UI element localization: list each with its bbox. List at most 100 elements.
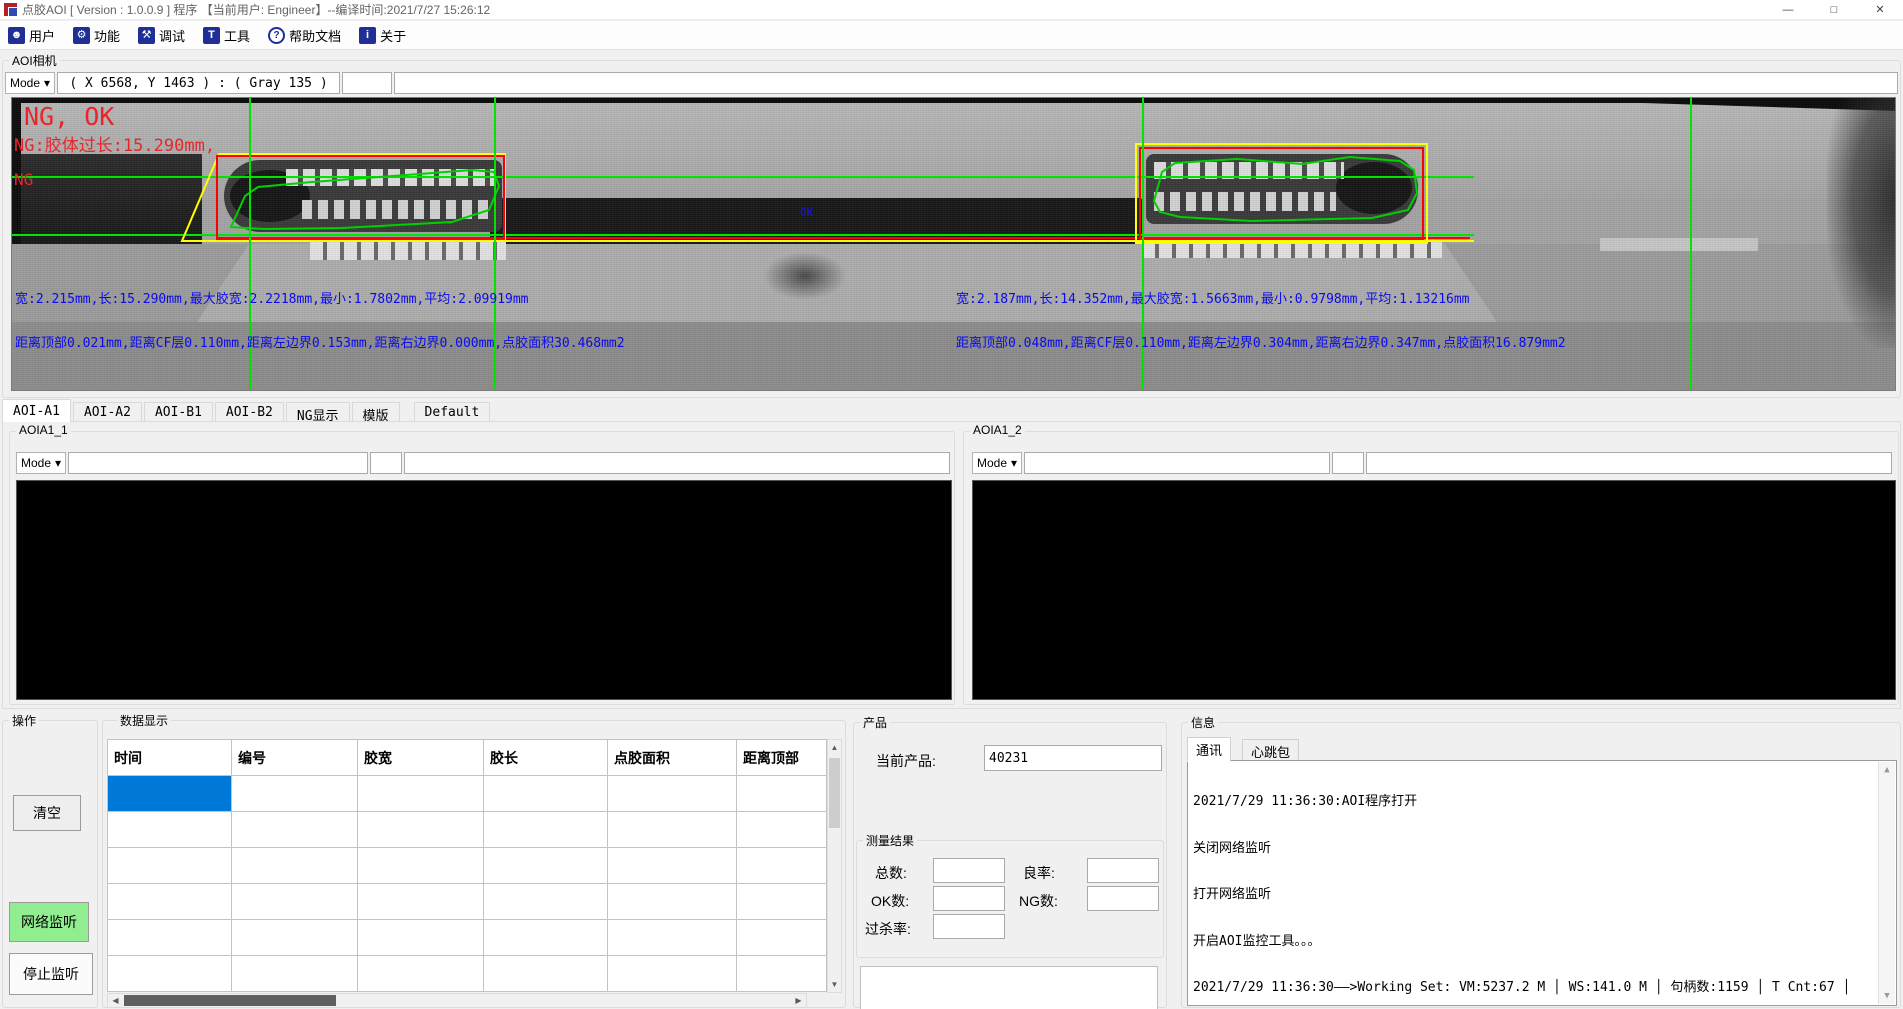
window-controls: — □ ✕ <box>1765 0 1903 20</box>
overkill-field[interactable] <box>933 914 1005 939</box>
table-row[interactable] <box>108 848 827 884</box>
glue-outline-right <box>1154 157 1417 221</box>
table-row[interactable] <box>108 956 827 992</box>
ng-count-field[interactable] <box>1087 886 1159 911</box>
scroll-up-arrow[interactable]: ▲ <box>1879 762 1895 778</box>
panel-aoia1-1: AOIA1_1 Mode ▾ <box>9 431 955 705</box>
col-glue-area[interactable]: 点胶面积 <box>608 740 737 776</box>
tab-ng-display[interactable]: NG显示 <box>286 402 350 422</box>
h-scrollbar-thumb[interactable] <box>124 995 336 1006</box>
panel2-field-2 <box>1332 452 1364 474</box>
log-line: 关闭网络监听 <box>1193 841 1876 857</box>
scroll-left-arrow[interactable]: ◀ <box>108 994 123 1007</box>
scroll-down-arrow[interactable]: ▼ <box>1879 988 1895 1004</box>
stop-listen-button[interactable]: 停止监听 <box>9 953 93 995</box>
scroll-right-arrow[interactable]: ▶ <box>791 994 806 1007</box>
camera-image[interactable]: NG, OK NG:胶体过长:15.290mm, NG OK 宽:2.215mm… <box>11 97 1896 391</box>
table-row[interactable] <box>108 812 827 848</box>
chevron-down-icon: ▾ <box>55 456 61 470</box>
tab-default[interactable]: Default <box>414 402 491 422</box>
toolbar-item-tools[interactable]: T 工具 <box>203 26 250 45</box>
panel2-image-view[interactable] <box>972 480 1896 700</box>
panel2-field-3 <box>1366 452 1892 474</box>
toolbar-item-function[interactable]: ⚙ 功能 <box>73 26 120 45</box>
comm-log[interactable]: 2021/7/29 11:36:30:AOI程序打开 关闭网络监听 打开网络监听… <box>1187 760 1897 1006</box>
selected-cell[interactable] <box>108 776 232 812</box>
ok-count-field[interactable] <box>933 886 1005 911</box>
aoi-tab-strip: AOI-A1 AOI-A2 AOI-B1 AOI-B2 NG显示 模版 Defa… <box>2 399 1901 422</box>
overkill-label: 过杀率: <box>865 919 911 939</box>
tab-aoi-a1[interactable]: AOI-A1 <box>2 399 71 422</box>
data-display-group: 数据显示 时间 编号 胶宽 胶长 点胶面积 距离顶部 ▲ ▼ ◀ <box>102 720 846 1008</box>
tab-aoi-a2[interactable]: AOI-A2 <box>73 402 142 422</box>
operation-group-label: 操作 <box>9 712 39 729</box>
glue-outline-left <box>231 170 499 229</box>
yield-label: 良率: <box>1023 863 1055 883</box>
tab-comm[interactable]: 通讯 <box>1187 737 1231 762</box>
table-horizontal-scrollbar[interactable]: ◀ ▶ <box>107 993 807 1008</box>
tab-aoi-b2[interactable]: AOI-B2 <box>215 402 284 422</box>
panel-aoia1-2-label: AOIA1_2 <box>970 423 1025 437</box>
help-icon: ? <box>268 27 285 44</box>
ng-reason-text: NG:胶体过长:15.290mm, <box>14 131 215 156</box>
scrollbar-thumb[interactable] <box>829 758 840 828</box>
panel2-mode-dropdown[interactable]: Mode ▾ <box>972 452 1022 474</box>
title-bar: 点胶AOI [ Version : 1.0.0.9 ] 程序 【当前用户: En… <box>0 0 1903 20</box>
log-line: 2021/7/29 11:36:30:AOI程序打开 <box>1193 794 1876 810</box>
left-measure-line1: 宽:2.215mm,长:15.290mm,最大胶宽:2.2218mm,最小:1.… <box>15 288 529 307</box>
tab-aoi-b1[interactable]: AOI-B1 <box>144 402 213 422</box>
clear-button[interactable]: 清空 <box>13 795 81 831</box>
result-text: NG, OK <box>24 102 114 131</box>
right-measure-line1: 宽:2.187mm,长:14.352mm,最大胶宽:1.5663mm,最小:0.… <box>956 288 1470 307</box>
log-line: 开启AOI监控工具。。。 <box>1193 934 1876 950</box>
network-listen-button[interactable]: 网络监听 <box>9 902 89 942</box>
panel1-mode-dropdown[interactable]: Mode ▾ <box>16 452 66 474</box>
col-glue-length[interactable]: 胶长 <box>484 740 608 776</box>
table-row[interactable] <box>108 920 827 956</box>
toolbar-item-debug[interactable]: ⚒ 调试 <box>138 26 185 45</box>
maximize-button[interactable]: □ <box>1811 0 1857 20</box>
col-time[interactable]: 时间 <box>108 740 232 776</box>
gear-icon: ⚙ <box>73 27 90 44</box>
camera-aux-field-1 <box>342 72 392 94</box>
col-top-distance[interactable]: 距离顶部 <box>737 740 827 776</box>
minimize-button[interactable]: — <box>1765 0 1811 20</box>
panel1-image-view[interactable] <box>16 480 952 700</box>
table-row[interactable] <box>108 884 827 920</box>
camera-coords-field: ( X 6568, Y 1463 ) : ( Gray 135 ) <box>57 72 340 94</box>
scroll-down-arrow[interactable]: ▼ <box>828 977 841 992</box>
yield-field[interactable] <box>1087 858 1159 883</box>
user-icon: ☻ <box>8 27 25 44</box>
col-id[interactable]: 编号 <box>232 740 358 776</box>
operation-group: 操作 清空 网络监听 停止监听 <box>2 720 98 1008</box>
close-button[interactable]: ✕ <box>1857 0 1903 20</box>
table-row[interactable] <box>108 776 827 812</box>
log-line: 打开网络监听 <box>1193 887 1876 903</box>
panel-aoia1-2: AOIA1_2 Mode ▾ <box>963 431 1899 705</box>
current-product-label: 当前产品: <box>876 751 936 771</box>
toolbar-item-user[interactable]: ☻ 用户 <box>8 26 55 45</box>
total-field[interactable] <box>933 858 1005 883</box>
info-group: 信息 通讯 心跳包 2021/7/29 11:36:30:AOI程序打开 关闭网… <box>1181 722 1901 1008</box>
log-scrollbar[interactable]: ▲ ▼ <box>1878 762 1895 1004</box>
right-measure-line2: 距离顶部0.048mm,距离CF层0.110mm,距离左边界0.304mm,距离… <box>956 332 1566 351</box>
main-toolbar: ☻ 用户 ⚙ 功能 ⚒ 调试 T 工具 ? 帮助文档 i 关于 <box>0 21 1903 50</box>
window-title: 点胶AOI [ Version : 1.0.0.9 ] 程序 【当前用户: En… <box>22 1 490 18</box>
app-icon <box>4 3 17 16</box>
camera-group-label: AOI相机 <box>9 52 60 69</box>
table-vertical-scrollbar[interactable]: ▲ ▼ <box>827 739 842 993</box>
camera-group: AOI相机 Mode ▾ ( X 6568, Y 1463 ) : ( Gray… <box>2 60 1901 398</box>
scroll-up-arrow[interactable]: ▲ <box>828 740 841 755</box>
tab-template[interactable]: 模版 <box>352 402 400 422</box>
current-product-input[interactable]: 40231 <box>984 745 1162 771</box>
camera-mode-dropdown[interactable]: Mode ▾ <box>5 72 55 94</box>
panel1-field-1 <box>68 452 368 474</box>
panel2-field-1 <box>1024 452 1330 474</box>
app-window: 点胶AOI [ Version : 1.0.0.9 ] 程序 【当前用户: En… <box>0 0 1903 1009</box>
col-glue-width[interactable]: 胶宽 <box>358 740 484 776</box>
chevron-down-icon: ▾ <box>44 76 50 90</box>
wrench-icon: ⚒ <box>138 27 155 44</box>
data-table[interactable]: 时间 编号 胶宽 胶长 点胶面积 距离顶部 <box>107 739 827 992</box>
toolbar-item-about[interactable]: i 关于 <box>359 26 406 45</box>
toolbar-item-help[interactable]: ? 帮助文档 <box>268 26 341 45</box>
